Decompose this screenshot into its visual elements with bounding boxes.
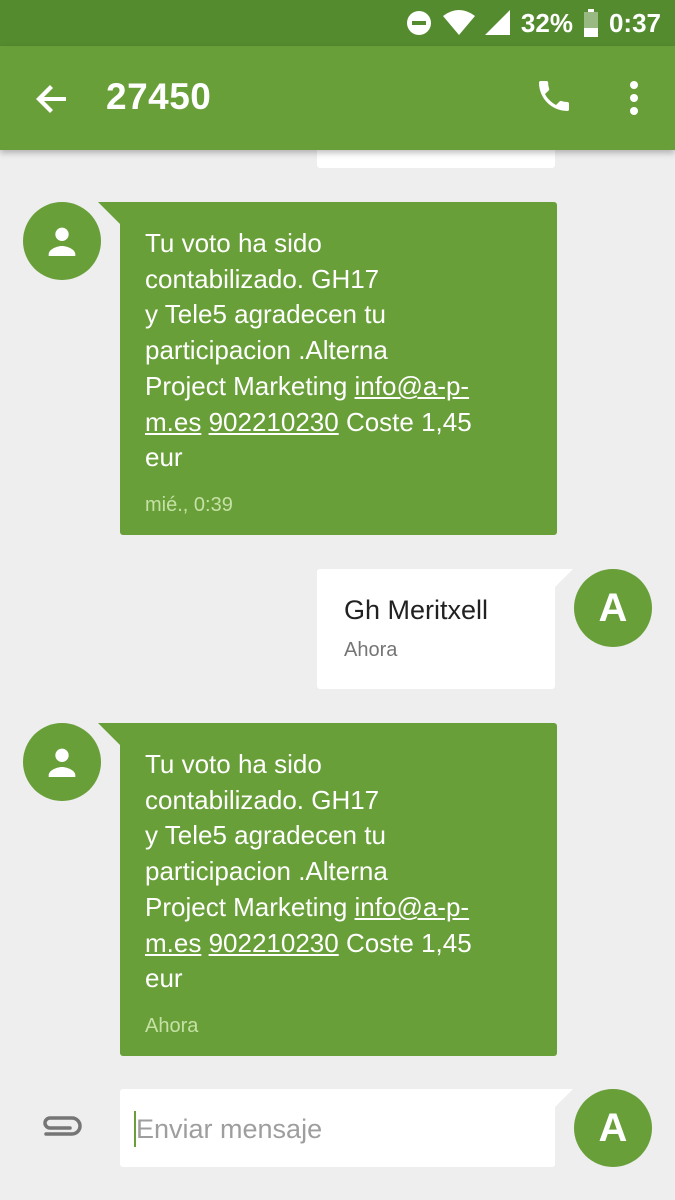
message-text: Tu voto ha sido contabilizado. GH17 y Te…	[145, 749, 472, 994]
email-link-continued[interactable]: m.es	[145, 928, 201, 958]
conversation-title: 27450	[106, 76, 212, 117]
previous-message-bubble[interactable]	[317, 150, 555, 168]
attach-button[interactable]	[38, 1108, 84, 1148]
dnd-icon	[406, 11, 431, 35]
status-bar: 32% 0:37	[0, 0, 675, 46]
status-time: 0:37	[608, 7, 661, 38]
email-link[interactable]: info@a-p-	[355, 892, 470, 922]
app-toolbar: 27450	[0, 46, 675, 150]
conversation-list[interactable]: Tu voto ha sido contabilizado. GH17 y Te…	[0, 150, 675, 1080]
battery-percent: 32%	[520, 7, 573, 38]
phone-icon	[539, 81, 569, 111]
person-icon	[48, 748, 76, 777]
contact-avatar[interactable]	[23, 202, 101, 280]
battery-icon	[583, 9, 598, 37]
contact-avatar[interactable]	[23, 723, 101, 801]
email-link-continued[interactable]: m.es	[145, 407, 201, 437]
paperclip-icon	[43, 1116, 82, 1136]
message-timestamp: Ahora	[145, 1014, 199, 1037]
signal-icon	[484, 10, 510, 35]
incoming-message[interactable]: Tu voto ha sido contabilizado. GH17 y Te…	[98, 202, 557, 535]
phone-link[interactable]: 902210230	[209, 407, 339, 437]
self-avatar[interactable]: A	[574, 569, 652, 647]
email-link[interactable]: info@a-p-	[355, 371, 470, 401]
phone-link[interactable]: 902210230	[209, 928, 339, 958]
call-button[interactable]	[534, 76, 578, 120]
message-timestamp: mié., 0:39	[145, 493, 233, 516]
compose-box[interactable]	[120, 1089, 573, 1167]
send-avatar[interactable]: A	[574, 1089, 652, 1167]
message-text: Gh Meritxell	[344, 595, 489, 625]
incoming-message[interactable]: Tu voto ha sido contabilizado. GH17 y Te…	[98, 723, 557, 1056]
wifi-icon	[442, 10, 475, 35]
back-arrow-icon	[36, 85, 66, 113]
more-vert-icon	[630, 81, 638, 115]
message-input[interactable]	[134, 1111, 536, 1147]
message-timestamp: Ahora	[344, 639, 398, 661]
back-button[interactable]	[30, 78, 74, 122]
message-text: Tu voto ha sido contabilizado. GH17 y Te…	[145, 228, 472, 473]
overflow-menu-button[interactable]	[614, 76, 654, 120]
outgoing-message[interactable]: Gh Meritxell Ahora	[317, 569, 573, 689]
person-icon	[48, 227, 76, 256]
